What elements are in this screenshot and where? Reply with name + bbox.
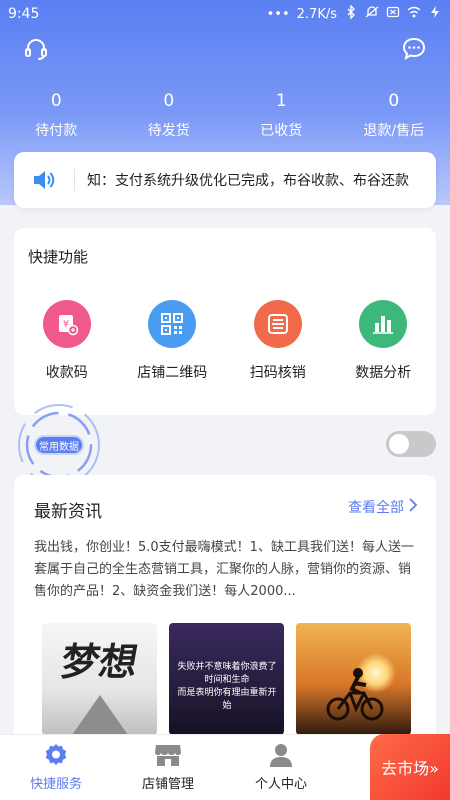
order-pending-shipment[interactable]: 0 待发货 (113, 88, 226, 148)
order-count: 1 (275, 91, 287, 111)
quick-item-store-qr[interactable]: 店铺二维码 (120, 300, 226, 382)
order-count: 0 (388, 91, 400, 111)
toggle-knob (389, 434, 409, 454)
tab-personal-center[interactable]: 个人中心 (226, 735, 336, 800)
status-bar: 9:45 ••• 2.7K/s (0, 0, 450, 30)
news-thumbnail-dream[interactable]: 梦想 (42, 623, 157, 735)
quick-item-label: 店铺二维码 (137, 365, 208, 381)
order-received[interactable]: 1 已收货 (225, 88, 338, 148)
qr-code-icon (148, 300, 197, 348)
order-count: 0 (50, 91, 62, 111)
dream-calligraphy: 梦想 (57, 639, 142, 684)
tab-label: 快捷服务 (29, 777, 82, 792)
news-thumbnails: 梦想 失败并不意味着你浪费了时间和生命 而是表明你有理由重新开始 (42, 623, 411, 735)
news-body[interactable]: 我出钱，你创业！5.0支付最嗨模式！1、缺工具我们送！每人送一套属于自己的全生态… (34, 537, 420, 603)
gear-icon (41, 741, 71, 769)
speaker-icon (14, 152, 74, 208)
network-speed: 2.7K/s (296, 6, 337, 22)
order-pending-payment[interactable]: 0 待付款 (0, 88, 113, 148)
tab-quick-service[interactable]: 快捷服务 (1, 735, 111, 800)
notice-text: 知：支付系统升级优化已完成，布谷收款、布谷还款 (87, 173, 409, 189)
bar-chart-icon (359, 300, 408, 348)
common-data-label: 常用数据 (34, 435, 84, 455)
order-refund[interactable]: 0 退款/售后 (338, 88, 450, 148)
tab-label: 店铺管理 (141, 777, 194, 792)
view-all-link[interactable]: 查看全部 (348, 497, 418, 517)
order-count: 0 (163, 91, 175, 111)
go-to-market-button[interactable]: 去市场» (370, 734, 450, 800)
receive-money-icon: ¥ (42, 300, 91, 348)
sim-icon (386, 5, 400, 23)
battery-charging-icon (428, 5, 442, 23)
quick-functions-title: 快捷功能 (28, 248, 89, 266)
news-card: 最新资讯 查看全部 我出钱，你创业！5.0支付最嗨模式！1、缺工具我们送！每人送… (14, 475, 436, 755)
notice-bar[interactable]: 知：支付系统升级优化已完成，布谷收款、布谷还款 (14, 152, 436, 208)
headset-icon[interactable] (21, 34, 51, 64)
quick-item-label: 收款码 (45, 365, 88, 381)
news-thumbnail-cyclist[interactable] (296, 623, 411, 735)
road-shape (72, 695, 128, 735)
news-thumbnail-quote[interactable]: 失败并不意味着你浪费了时间和生命 而是表明你有理由重新开始 (169, 623, 284, 735)
order-status-bar: 0 待付款 0 待发货 1 已收货 0 退款/售后 (0, 88, 450, 148)
order-label: 待付款 (35, 123, 78, 139)
order-label: 退款/售后 (363, 123, 425, 139)
data-toggle-switch[interactable] (386, 431, 436, 457)
tab-store-management[interactable]: 店铺管理 (113, 735, 223, 800)
scan-icon (253, 300, 302, 348)
order-label: 已收货 (260, 123, 303, 139)
quick-functions-grid: ¥ 收款码 店铺二维码 扫码核销 数据分析 (14, 300, 436, 382)
quote-text: 失败并不意味着你浪费了时间和生命 而是表明你有理由重新开始 (177, 662, 277, 711)
cyclist-icon (326, 668, 384, 721)
quick-item-label: 数据分析 (355, 365, 412, 381)
quick-item-receive-code[interactable]: ¥ 收款码 (14, 300, 120, 382)
quick-functions-card: 快捷功能 ¥ 收款码 店铺二维码 扫码核销 数据分析 (14, 228, 436, 415)
wifi-icon (407, 5, 421, 23)
quick-item-data-analysis[interactable]: 数据分析 (331, 300, 437, 382)
chevron-right-icon (408, 498, 418, 516)
bluetooth-icon (344, 5, 358, 23)
quick-item-label: 扫码核销 (249, 365, 306, 381)
store-icon (153, 741, 183, 769)
user-icon (266, 741, 296, 769)
quick-item-scan-verify[interactable]: 扫码核销 (225, 300, 331, 382)
order-label: 待发货 (147, 123, 190, 139)
chat-icon[interactable] (399, 34, 429, 64)
mute-icon (365, 5, 379, 23)
news-title: 最新资讯 (34, 502, 102, 522)
tab-label: 个人中心 (254, 777, 307, 792)
status-time: 9:45 (8, 6, 40, 22)
view-all-label: 查看全部 (348, 500, 404, 516)
header-icons (0, 34, 450, 64)
more-dots-icon: ••• (266, 6, 290, 22)
